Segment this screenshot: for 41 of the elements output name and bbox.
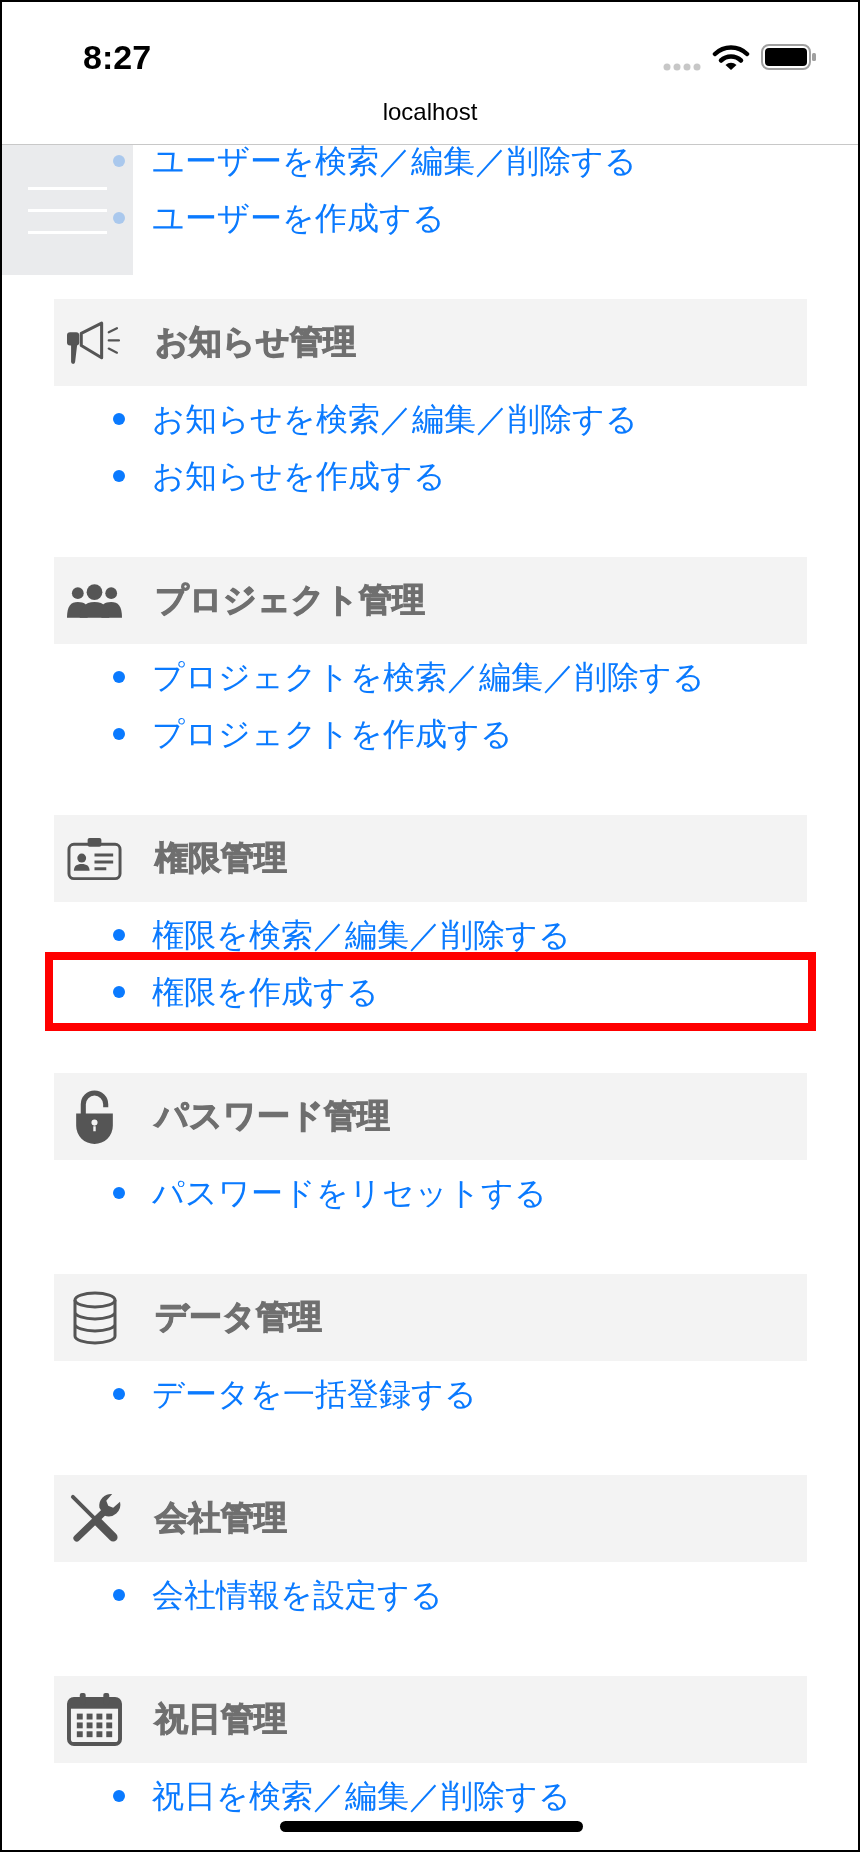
status-time: 8:27 [83,37,152,77]
menu-link[interactable]: 権限を検索／編集／削除する [152,916,571,953]
section-title: お知らせ管理 [155,321,356,363]
bullet-icon [113,727,125,740]
signal-icon [663,63,701,71]
menu-link[interactable]: ユーザーを作成する [152,199,445,236]
section-title: 祝日管理 [155,1698,287,1740]
bullet-icon [113,670,125,683]
menu-link[interactable]: 会社情報を設定する [152,1576,443,1613]
menu-button[interactable] [2,145,133,275]
section-title: パスワード管理 [155,1095,390,1137]
wifi-icon [712,43,750,71]
battery-icon [761,44,817,70]
bullet-icon [113,1387,125,1400]
bullet-icon [113,985,125,998]
bullet-icon [113,412,125,425]
padlock-icon [74,1089,115,1144]
database-icon [71,1290,118,1345]
calendar-icon [67,1693,122,1746]
section-title: プロジェクト管理 [155,579,425,621]
menu-link[interactable]: 権限を作成する [152,973,379,1010]
bullet-icon [113,1588,125,1601]
id-card-icon [67,836,122,881]
menu-link[interactable]: データを一括登録する [152,1375,477,1412]
menu-link[interactable]: お知らせを作成する [152,457,446,494]
section-title: データ管理 [155,1296,322,1338]
menu-link[interactable]: プロジェクトを検索／編集／削除する [152,658,705,695]
bullet-icon [113,469,125,482]
menu-link[interactable]: パスワードをリセットする [152,1174,547,1211]
menu-link[interactable]: 祝日を検索／編集／削除する [152,1777,571,1814]
menu-link[interactable]: プロジェクトを作成する [152,715,513,752]
bullet-icon [113,1186,125,1199]
megaphone-icon [67,321,122,364]
section-title: 権限管理 [155,837,287,879]
menu-link[interactable]: お知らせを検索／編集／削除する [152,400,638,437]
url-label[interactable]: localhost [382,98,478,126]
menu-link[interactable]: ユーザーを検索／編集／削除する [152,145,637,179]
bullet-icon [113,928,125,941]
bullet-icon [113,1789,125,1802]
people-icon [67,583,122,618]
section-title: 会社管理 [155,1497,287,1539]
